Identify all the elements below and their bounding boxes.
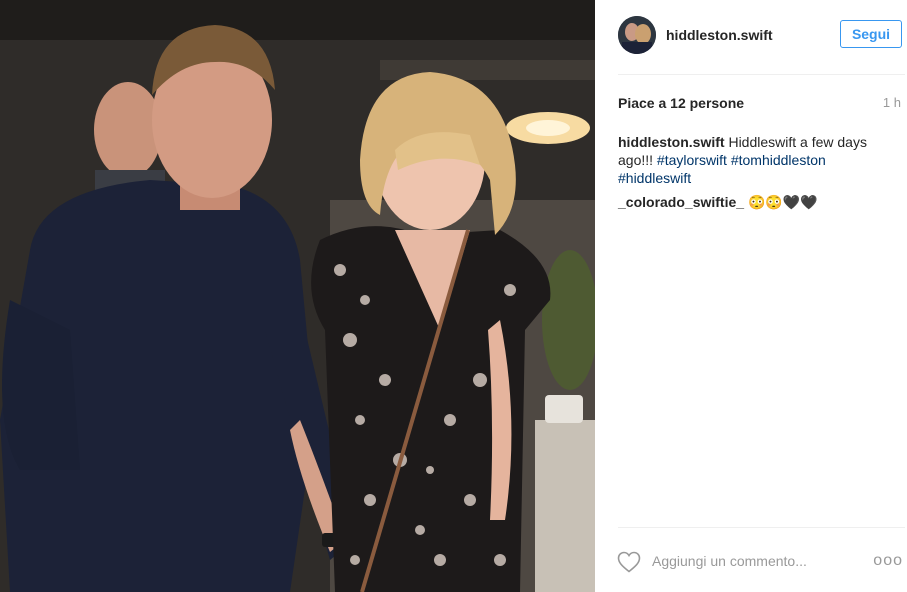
hashtag-taylorswift[interactable]: #taylorswift (657, 152, 727, 168)
likes-count[interactable]: Piace a 12 persone (618, 95, 744, 111)
username[interactable]: hiddleston.swift (666, 27, 773, 43)
post-header: hiddleston.swift Segui (618, 15, 905, 57)
comment-username[interactable]: _colorado_swiftie_ (618, 194, 744, 210)
post-timestamp[interactable]: 1 h (883, 95, 901, 110)
avatar[interactable] (618, 16, 656, 54)
post-photo[interactable] (0, 0, 595, 592)
avatar-image (618, 16, 656, 54)
add-comment-input[interactable]: Aggiungi un commento... (652, 553, 807, 569)
footer-divider (618, 527, 905, 528)
photo-illustration (0, 0, 595, 592)
comment-text: 😳😳🖤🖤 (747, 194, 818, 210)
more-options-icon[interactable]: ooo (873, 552, 903, 570)
hashtag-hiddleswift[interactable]: #hiddleswift (618, 170, 691, 186)
header-divider (618, 74, 905, 75)
hashtag-tomhiddleston[interactable]: #tomhiddleston (731, 152, 826, 168)
post-sidebar: hiddleston.swift Segui Piace a 12 person… (595, 0, 907, 592)
caption-username[interactable]: hiddleston.swift (618, 134, 725, 150)
follow-button[interactable]: Segui (840, 20, 902, 48)
post-caption: hiddleston.swift Hiddleswift a few days … (618, 133, 893, 187)
comment-item: _colorado_swiftie_ 😳😳🖤🖤 (618, 194, 818, 211)
heart-outline-icon[interactable] (617, 551, 641, 573)
